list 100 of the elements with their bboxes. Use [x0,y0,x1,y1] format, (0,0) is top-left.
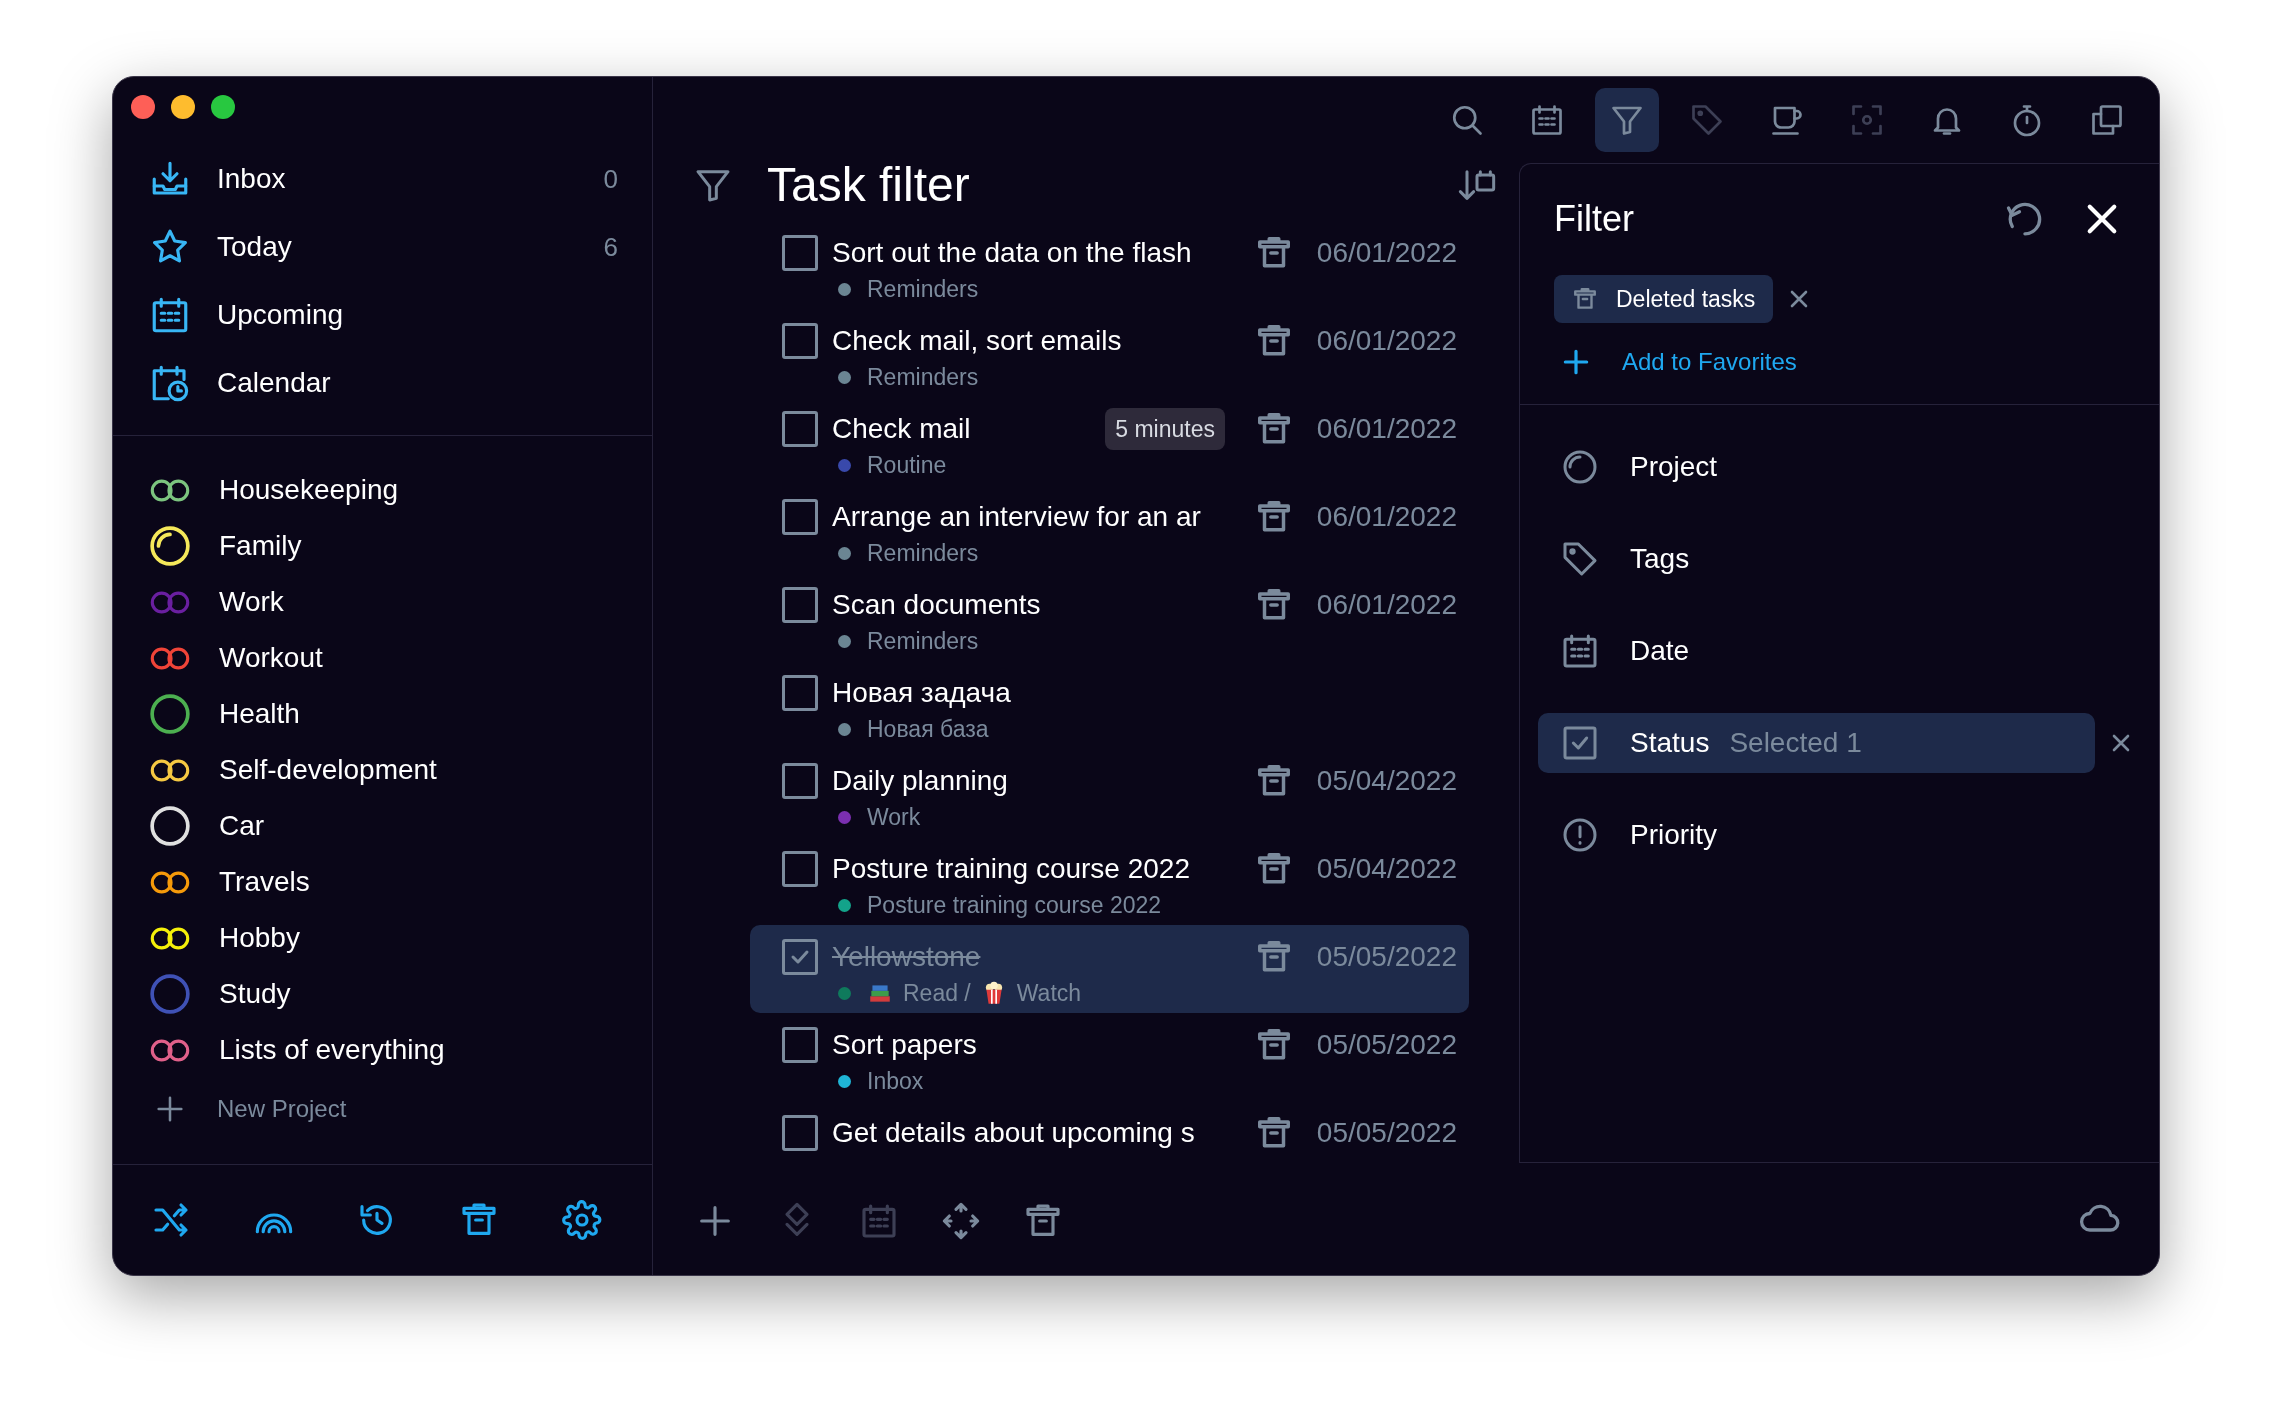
criterion-label: Project [1630,450,1718,484]
filter-button[interactable] [1595,88,1659,152]
close-window-button[interactable] [131,95,155,119]
criterion-label: Date [1630,634,1690,668]
task-checkbox[interactable] [782,1115,818,1151]
task-checkbox[interactable] [782,411,818,447]
task-checkbox[interactable] [782,1027,818,1063]
task-date: 05/04/2022 [1315,764,1457,798]
tag-icon [1689,102,1725,138]
task-row[interactable]: Posture training course 2022 05/04/2022 Posture training course 2022 [750,837,1469,925]
task-title: Check mail, sort emails [832,324,1122,358]
task-date: 06/01/2022 [1315,588,1457,622]
task-project: Routine [867,450,947,480]
calendar-icon [1529,102,1565,138]
sidebar-item-label: Today [217,230,293,264]
sidebar-item[interactable]: Inbox 0 [113,145,652,213]
project-label: Lists of everything [219,1033,445,1067]
filter-criterion[interactable]: Tags [1538,529,2095,589]
task-checkbox[interactable] [782,675,818,711]
task-row[interactable]: Scan documents 06/01/2022 Reminders [750,573,1469,661]
new-project-button[interactable]: New Project [113,1078,652,1140]
project-label: Housekeeping [219,473,399,507]
task-date: 06/01/2022 [1315,412,1457,446]
filter-criterion[interactable]: Project [1538,437,2095,497]
task-row[interactable]: Check mail, sort emails 06/01/2022 Reminders [750,309,1469,397]
filter-chip[interactable]: Deleted tasks [1554,275,1774,323]
task-date: 05/05/2022 [1315,1116,1457,1150]
filter-criterion[interactable]: Date [1538,621,2095,681]
project-label: Health [219,697,300,731]
task-row[interactable]: Daily planning 05/04/2022 Work [750,749,1469,837]
sidebar-item[interactable]: Calendar [113,349,652,417]
task-project: Reminders [867,626,979,656]
sidebar-item[interactable]: Today 6 [113,213,652,281]
project-label: Study [219,977,291,1011]
sidebar-item-label: Upcoming [217,298,345,332]
task-checkbox[interactable] [782,939,818,975]
project-item[interactable]: Self-development [113,742,652,798]
move-icon [941,1200,981,1241]
project-label: Work [219,585,284,619]
task-date: 06/01/2022 [1315,236,1457,270]
project-item[interactable]: Study [113,966,652,1022]
trash-icon [1572,286,1598,312]
copy-icon [2089,102,2125,138]
filter-criterion[interactable]: Priority [1538,805,2095,865]
task-row[interactable]: Arrange an interview for an ar 06/01/2022 Reminders [750,485,1469,573]
task-row[interactable]: Check mail 5 minutes 06/01/2022 Routine [750,397,1469,485]
sidebar-item-label: Inbox [217,162,287,196]
task-project: Posture training course 2022 [867,890,1162,920]
project-item[interactable]: Workout [113,630,652,686]
task-row[interactable]: Новая задача Новая база [750,661,1469,749]
project-item[interactable]: Housekeeping [113,462,652,518]
task-checkbox[interactable] [782,235,818,271]
project-label: Car [219,809,265,843]
project-label: Workout [219,641,323,675]
sidebar-item-label: Calendar [217,366,332,400]
project-label: Self-development [219,753,437,787]
project-item[interactable]: Travels [113,854,652,910]
task-title: Sort out the data on the flash [832,236,1192,270]
add-to-favorites-link[interactable]: Add to Favorites [1520,324,1797,400]
project-label: Family [219,529,302,563]
task-checkbox[interactable] [782,763,818,799]
task-row[interactable]: Get details about upcoming s 05/05/2022 [750,1101,1469,1165]
zoom-window-button[interactable] [211,95,235,119]
project-item[interactable]: Car [113,798,652,854]
chip-label: Deleted tasks [1616,284,1756,314]
task-title: Check mail [832,412,971,446]
task-project: Reminders [867,362,979,392]
task-checkbox[interactable] [782,851,818,887]
task-checkbox[interactable] [782,587,818,623]
task-project: Reminders [867,538,979,568]
task-title: Yellowstone [832,940,981,974]
project-item[interactable]: Health [113,686,652,742]
task-checkbox[interactable] [782,323,818,359]
project-item[interactable]: Hobby [113,910,652,966]
task-date: 05/05/2022 [1315,940,1457,974]
filter-criterion[interactable]: Status Selected 1 [1538,713,2095,773]
project-label: Travels [219,865,310,899]
task-title: Новая задача [832,676,1011,710]
criterion-value: Selected 1 [1729,726,1862,760]
task-project: Work [867,802,921,832]
task-project: Inbox [867,1066,924,1096]
project-item[interactable]: Work [113,574,652,630]
panel-title: Filter [1554,197,1635,241]
task-title: Sort papers [832,1028,977,1062]
task-project: Watch [1016,978,1082,1008]
focus-icon [1849,102,1885,138]
task-title: Scan documents [832,588,1041,622]
task-project: Reminders [867,274,979,304]
minimize-window-button[interactable] [171,95,195,119]
task-date: 05/04/2022 [1315,852,1457,886]
task-checkbox[interactable] [782,499,818,535]
sidebar-item[interactable]: Upcoming [113,281,652,349]
task-row[interactable]: Sort out the data on the flash 06/01/2022 Reminders [750,221,1469,309]
task-row[interactable]: Sort papers 05/05/2022 Inbox [750,1013,1469,1101]
task-date: 06/01/2022 [1315,324,1457,358]
task-title: Get details about upcoming s [832,1116,1195,1150]
project-item[interactable]: Lists of everything [113,1022,652,1078]
task-date: 05/05/2022 [1315,1028,1457,1062]
project-item[interactable]: Family [113,518,652,574]
task-row[interactable]: Yellowstone 05/05/2022 Read / Watch [750,925,1469,1013]
